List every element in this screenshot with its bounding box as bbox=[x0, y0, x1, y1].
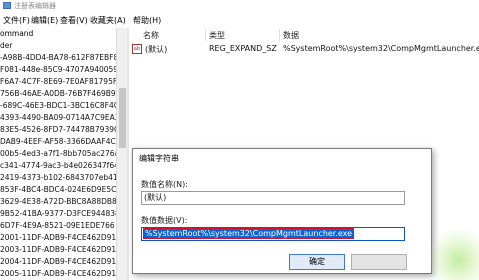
tree-row[interactable]: 2003-11DF-ADB9-F4CE462D913 bbox=[0, 244, 116, 256]
window-title: 注册表编辑器 bbox=[14, 2, 56, 10]
column-separator[interactable] bbox=[279, 29, 280, 41]
tree-row[interactable]: ommand bbox=[0, 28, 116, 40]
tree-row[interactable]: c341-4774-9ac3-b4e026347f64 bbox=[0, 160, 116, 172]
title-bar: 注册表编辑器 bbox=[0, 0, 479, 12]
menu-favorites[interactable]: 收藏夹(A) bbox=[90, 15, 126, 26]
values-column-header: 名称 类型 数据 bbox=[129, 28, 479, 42]
dialog-title: 编辑字符串 bbox=[139, 154, 179, 163]
tree-row[interactable]: 83E5-4526-8FD7-74478B7939CD bbox=[0, 124, 116, 136]
menu-help[interactable]: 帮助(H) bbox=[133, 15, 161, 26]
tree-row[interactable]: -689C-46E3-BDC1-3BC16C8F4C5 bbox=[0, 100, 116, 112]
ok-button[interactable]: 确定 bbox=[289, 254, 345, 270]
menu-bar: 文件(F) 编辑(E) 查看(V) 收藏夹(A) 帮助(H) bbox=[0, 12, 479, 28]
value-name: (默认) bbox=[145, 45, 168, 54]
value-row[interactable]: ab (默认) REG_EXPAND_SZ %SystemRoot%\syste… bbox=[129, 42, 479, 56]
decorative-glow bbox=[428, 230, 479, 280]
value-data-selection: %SystemRoot%\system32\CompMgmtLauncher.e… bbox=[142, 228, 355, 239]
value-data: %SystemRoot%\system32\CompMgmtLauncher.e… bbox=[283, 44, 479, 53]
tree-row[interactable]: 00b5-4ed3-a7f1-8bb705ac276a bbox=[0, 148, 116, 160]
tree-row[interactable]: 6D7F-4E9A-8521-09E1EDE766 bbox=[0, 220, 116, 232]
column-data[interactable]: 数据 bbox=[283, 30, 299, 41]
regedit-app-icon bbox=[3, 2, 11, 9]
tree-row[interactable]: 4393-4490-BA09-0714A7C9EA3 bbox=[0, 112, 116, 124]
value-name-field[interactable]: (默认) bbox=[141, 191, 405, 205]
tree-row[interactable]: 9B52-41BA-9377-D3FCE9448381 bbox=[0, 208, 116, 220]
tree-row[interactable]: 756B-46AE-A0DB-76B7F469B92 bbox=[0, 88, 116, 100]
value-data-label: 数值数据(V): bbox=[141, 216, 188, 225]
string-value-icon: ab bbox=[132, 44, 142, 54]
cancel-button[interactable] bbox=[351, 254, 407, 270]
edit-string-dialog: 编辑字符串 数值名称(N): (默认) 数值数据(V): %SystemRoot… bbox=[132, 148, 432, 274]
tree-row[interactable]: 2005-11DF-ADB9-F4CE462D913 bbox=[0, 268, 116, 280]
tree-row[interactable]: 2004-11DF-ADB9-F4CE462D913 bbox=[0, 256, 116, 268]
value-type: REG_EXPAND_SZ bbox=[209, 44, 277, 53]
menu-view[interactable]: 查看(V) bbox=[60, 15, 88, 26]
tree-row[interactable]: -A98B-4DD4-BA78-612F87EBF8 bbox=[0, 52, 116, 64]
registry-tree: ommand der -A98B-4DD4-BA78-612F87EBF8 F081-… bbox=[0, 28, 116, 280]
menu-file[interactable]: 文件(F) bbox=[3, 15, 30, 26]
value-data-field[interactable]: %SystemRoot%\system32\CompMgmtLauncher.e… bbox=[141, 227, 405, 241]
column-name[interactable]: 名称 bbox=[143, 30, 159, 41]
value-name-label: 数值名称(N): bbox=[141, 180, 188, 189]
column-separator[interactable] bbox=[205, 29, 206, 41]
tree-row[interactable]: 853F-4BC4-BDC4-024E6D9E5C5 bbox=[0, 184, 116, 196]
tree-row[interactable]: DAB9-4EEF-AF58-3366DAAF4C4 bbox=[0, 136, 116, 148]
pane-splitter[interactable] bbox=[127, 28, 129, 280]
tree-row[interactable]: F6A7-4C7F-8E69-7E0AF81795FB bbox=[0, 76, 116, 88]
tree-row[interactable]: der bbox=[0, 40, 116, 52]
tree-row[interactable]: 3629-4E38-A72D-BBC8A88DB81 bbox=[0, 196, 116, 208]
tree-row[interactable]: F081-448e-85C9-4707A9400593 bbox=[0, 64, 116, 76]
tree-row[interactable]: 2419-4373-b102-6843707eb41 bbox=[0, 172, 116, 184]
tree-row[interactable]: 2001-11DF-ADB9-F4CE462D913 bbox=[0, 232, 116, 244]
tree-scrollbar-thumb[interactable] bbox=[119, 88, 126, 148]
column-type[interactable]: 类型 bbox=[209, 30, 225, 41]
menu-edit[interactable]: 编辑(E) bbox=[31, 15, 58, 26]
tree-scrollbar[interactable] bbox=[116, 28, 127, 280]
